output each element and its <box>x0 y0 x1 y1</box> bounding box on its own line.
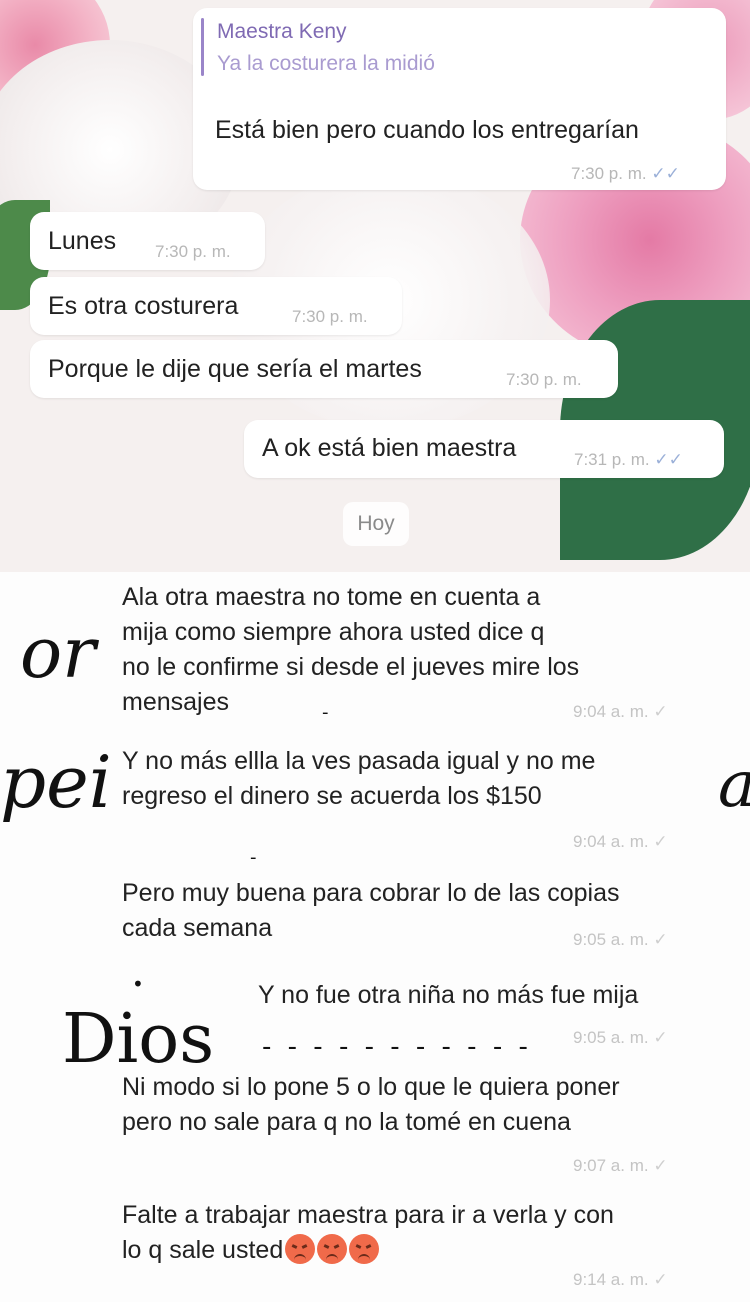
reply-message-text: Está bien pero cuando los entregarían <box>215 116 639 144</box>
incoming-message[interactable]: Ala otra maestra no tome en cuenta a mij… <box>122 580 579 720</box>
time-label: 9:04 a. m. <box>573 702 649 721</box>
incoming-message[interactable]: Falte a trabajar maestra para ir a verla… <box>122 1198 614 1268</box>
incoming-message[interactable]: Y no más ellla la ves pasada igual y no … <box>122 744 595 814</box>
message-line: no le confirme si desde el jueves mire l… <box>122 653 580 681</box>
message-line: Pero muy buena para cobrar lo de las cop… <box>122 879 620 907</box>
sent-tick-icon: ✓ <box>653 1028 668 1047</box>
incoming-message[interactable]: Y no fue otra niña no más fue mija <box>258 978 638 1013</box>
message-time: 9:04 a. m. ✓ <box>573 832 668 852</box>
message-text: Es otra costurera <box>48 292 239 320</box>
background-dot: - <box>250 847 261 868</box>
message-line: Ala otra maestra no tome en cuenta a <box>122 583 541 611</box>
message-text: Lunes <box>48 227 117 255</box>
time-label: 9:05 a. m. <box>573 930 649 949</box>
message-text: A ok está bien maestra <box>262 434 517 462</box>
time-label: 7:30 p. m. <box>571 164 647 183</box>
quoted-message-text: Ya la costurera la midió <box>217 52 435 75</box>
time-label: 7:31 p. m. <box>574 450 650 469</box>
read-ticks-icon: ✓✓ <box>654 450 683 469</box>
background-word-pei: pei <box>0 740 112 824</box>
message-time: 7:30 p. m. <box>292 307 368 326</box>
message-time: 9:14 a. m. ✓ <box>573 1270 668 1290</box>
message-time: 7:30 p. m. ✓✓ <box>571 164 680 184</box>
message-line: pero no sale para q no la tomé en cuena <box>122 1108 571 1136</box>
sent-tick-icon: ✓ <box>653 1270 668 1289</box>
time-label: 9:05 a. m. <box>573 1028 649 1047</box>
message-line: mija como siempre ahora usted dice q <box>122 618 545 646</box>
message-line-with-emoji: lo q sale usted <box>122 1233 614 1268</box>
message-time: 9:05 a. m. ✓ <box>573 930 668 950</box>
message-time: 7:31 p. m. ✓✓ <box>574 450 683 470</box>
time-label: 9:14 a. m. <box>573 1270 649 1289</box>
pouting-face-icon <box>349 1234 380 1264</box>
message-line: cada semana <box>122 914 273 942</box>
background-dashes: - - - - - - - - - - - <box>262 1032 532 1062</box>
read-ticks-icon: ✓✓ <box>651 164 680 183</box>
message-line: regreso el dinero se acuerda los $150 <box>122 782 542 810</box>
message-line: Ni modo si lo pone 5 o lo que le quiera … <box>122 1073 620 1101</box>
message-time: 7:30 p. m. <box>155 242 231 261</box>
incoming-message-bubble[interactable]: Es otra costurera 7:30 p. m. <box>30 277 402 335</box>
incoming-message-bubble[interactable]: Porque le dije que sería el martes 7:30 … <box>30 340 618 398</box>
chat-wallpaper: Maestra Keny Ya la costurera la midió Es… <box>0 0 750 572</box>
incoming-message-bubble[interactable]: Lunes 7:30 p. m. <box>30 212 265 270</box>
background-dot: • <box>132 972 148 996</box>
message-time: 9:05 a. m. ✓ <box>573 1028 668 1048</box>
message-line: lo q sale usted <box>122 1236 284 1264</box>
time-label: 9:04 a. m. <box>573 832 649 851</box>
message-time: 7:30 p. m. <box>506 370 582 389</box>
background-word-dios: Dios <box>62 1000 215 1079</box>
sent-tick-icon: ✓ <box>653 832 668 851</box>
quoted-sender-name: Maestra Keny <box>217 20 347 43</box>
day-separator: Hoy <box>343 502 409 546</box>
time-label: 9:07 a. m. <box>573 1156 649 1175</box>
message-line: mensajes <box>122 688 229 716</box>
quote-bar <box>201 18 204 76</box>
outgoing-reply-bubble[interactable]: Maestra Keny Ya la costurera la midió Es… <box>193 8 726 190</box>
sent-tick-icon: ✓ <box>653 1156 668 1175</box>
pouting-face-icon <box>285 1234 316 1264</box>
message-time: 9:04 a. m. ✓ <box>573 702 668 722</box>
incoming-message[interactable]: Ni modo si lo pone 5 o lo que le quiera … <box>122 1070 620 1140</box>
message-line: Falte a trabajar maestra para ir a verla… <box>122 1201 614 1229</box>
pouting-face-icon <box>317 1234 348 1264</box>
sent-tick-icon: ✓ <box>653 702 668 721</box>
message-time: 9:07 a. m. ✓ <box>573 1156 668 1176</box>
message-text: Porque le dije que sería el martes <box>48 355 422 383</box>
sent-tick-icon: ✓ <box>653 930 668 949</box>
message-line: Y no más ellla la ves pasada igual y no … <box>122 747 596 775</box>
today-messages-area: or pei a Dios - - - - - - - - - - - - - … <box>0 572 750 1302</box>
background-word-a: a <box>718 748 750 822</box>
background-word-or: or <box>20 612 96 694</box>
outgoing-message-bubble[interactable]: A ok está bien maestra 7:31 p. m. ✓✓ <box>244 420 724 478</box>
message-line: Y no fue otra niña no más fue mija <box>258 981 639 1009</box>
incoming-message[interactable]: Pero muy buena para cobrar lo de las cop… <box>122 876 620 946</box>
